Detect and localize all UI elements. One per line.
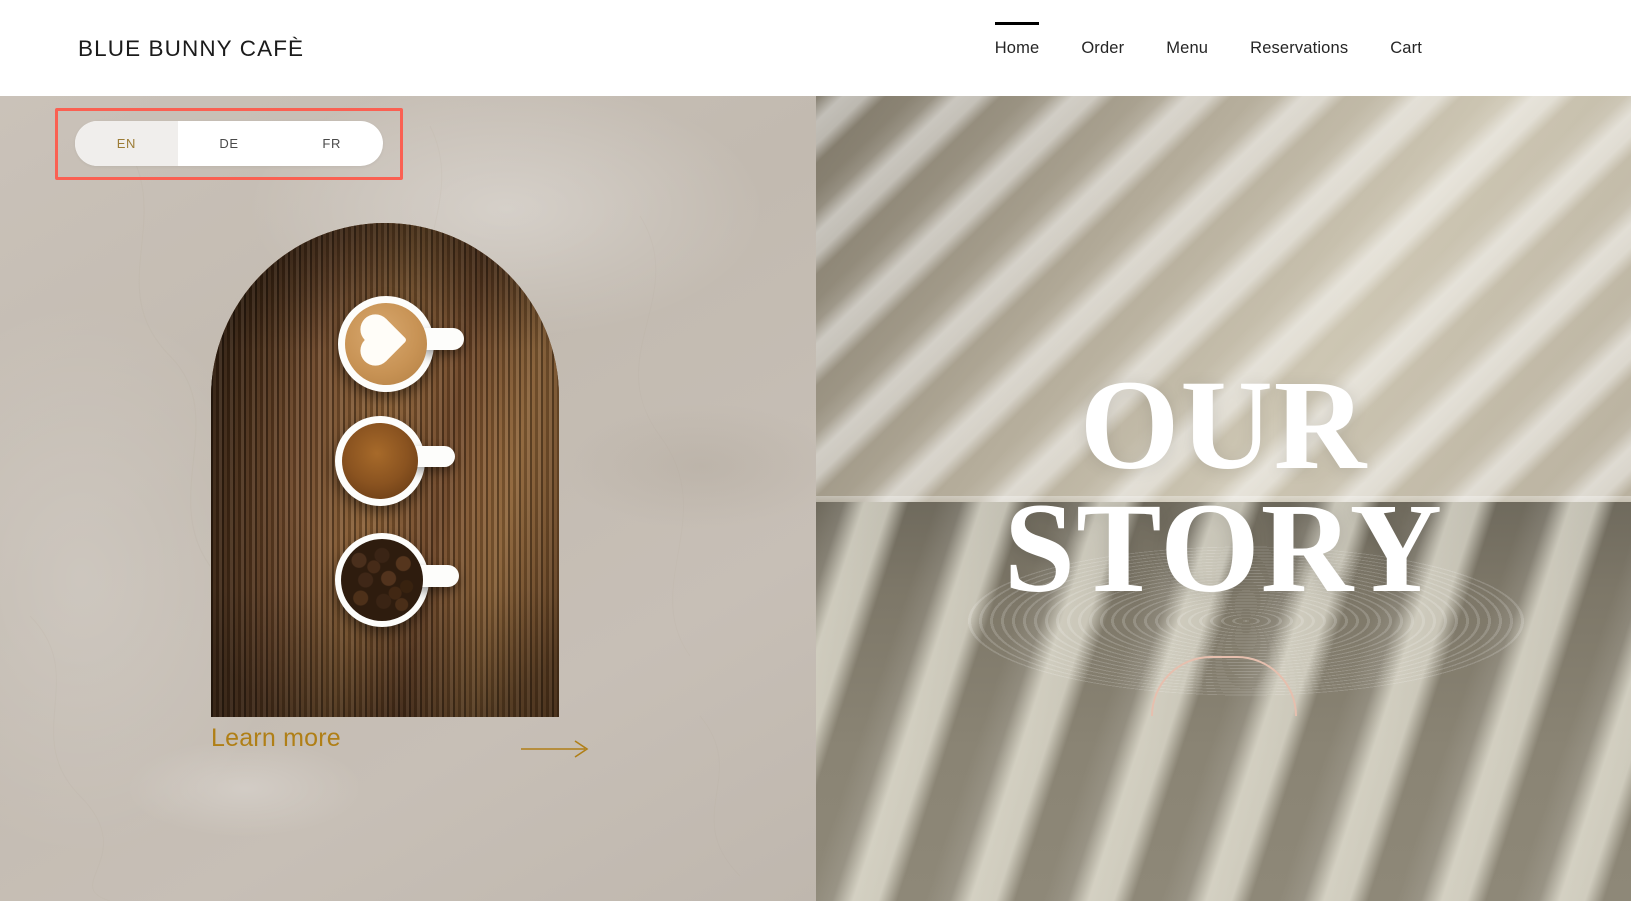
site-logo[interactable]: BLUE BUNNY CAFÈ <box>78 36 304 62</box>
language-switcher[interactable]: EN DE FR <box>75 121 383 166</box>
nav-item-label: Order <box>1081 38 1125 57</box>
cup-handle <box>417 565 459 587</box>
coffee-arch-image <box>211 223 559 717</box>
learn-more-link[interactable]: Learn more <box>211 724 341 753</box>
right-panel: OUR STORY <box>816 96 1631 901</box>
cup-handle <box>422 328 464 350</box>
nav-item-menu[interactable]: Menu <box>1145 0 1229 96</box>
cup-handle <box>413 446 455 467</box>
nav-item-order[interactable]: Order <box>1060 0 1145 96</box>
nav-item-label: Home <box>994 38 1040 57</box>
language-option-fr[interactable]: FR <box>280 121 383 166</box>
coffee-beans-cup <box>335 533 465 627</box>
hero-section: EN DE FR Learn more OUR STORY <box>0 96 1631 901</box>
language-option-de[interactable]: DE <box>178 121 281 166</box>
espresso-surface <box>342 423 418 499</box>
nav-item-cart[interactable]: Cart <box>1369 0 1443 96</box>
latte-cup <box>338 296 468 392</box>
nav-item-reservations[interactable]: Reservations <box>1229 0 1369 96</box>
nav-item-label: Cart <box>1390 38 1422 57</box>
nav-item-home[interactable]: Home <box>974 0 1061 96</box>
long-arrow-right-icon[interactable] <box>521 738 591 760</box>
latte-art-heart-icon <box>364 318 408 362</box>
espresso-cup <box>335 416 465 506</box>
nav-item-label: Menu <box>1166 38 1209 57</box>
shadow-wall-background <box>816 96 1631 514</box>
learn-more-row: Learn more <box>211 724 589 768</box>
language-option-en[interactable]: EN <box>75 121 178 166</box>
latte-surface <box>345 303 427 385</box>
nav-item-label: Reservations <box>1250 38 1349 57</box>
page-root: BLUE BUNNY CAFÈ Home Order Menu Reservat… <box>0 0 1631 901</box>
coffee-beans <box>341 539 423 621</box>
site-header: BLUE BUNNY CAFÈ Home Order Menu Reservat… <box>0 0 1631 96</box>
main-navigation: Home Order Menu Reservations Cart <box>974 0 1443 96</box>
left-panel: EN DE FR Learn more <box>0 96 816 901</box>
